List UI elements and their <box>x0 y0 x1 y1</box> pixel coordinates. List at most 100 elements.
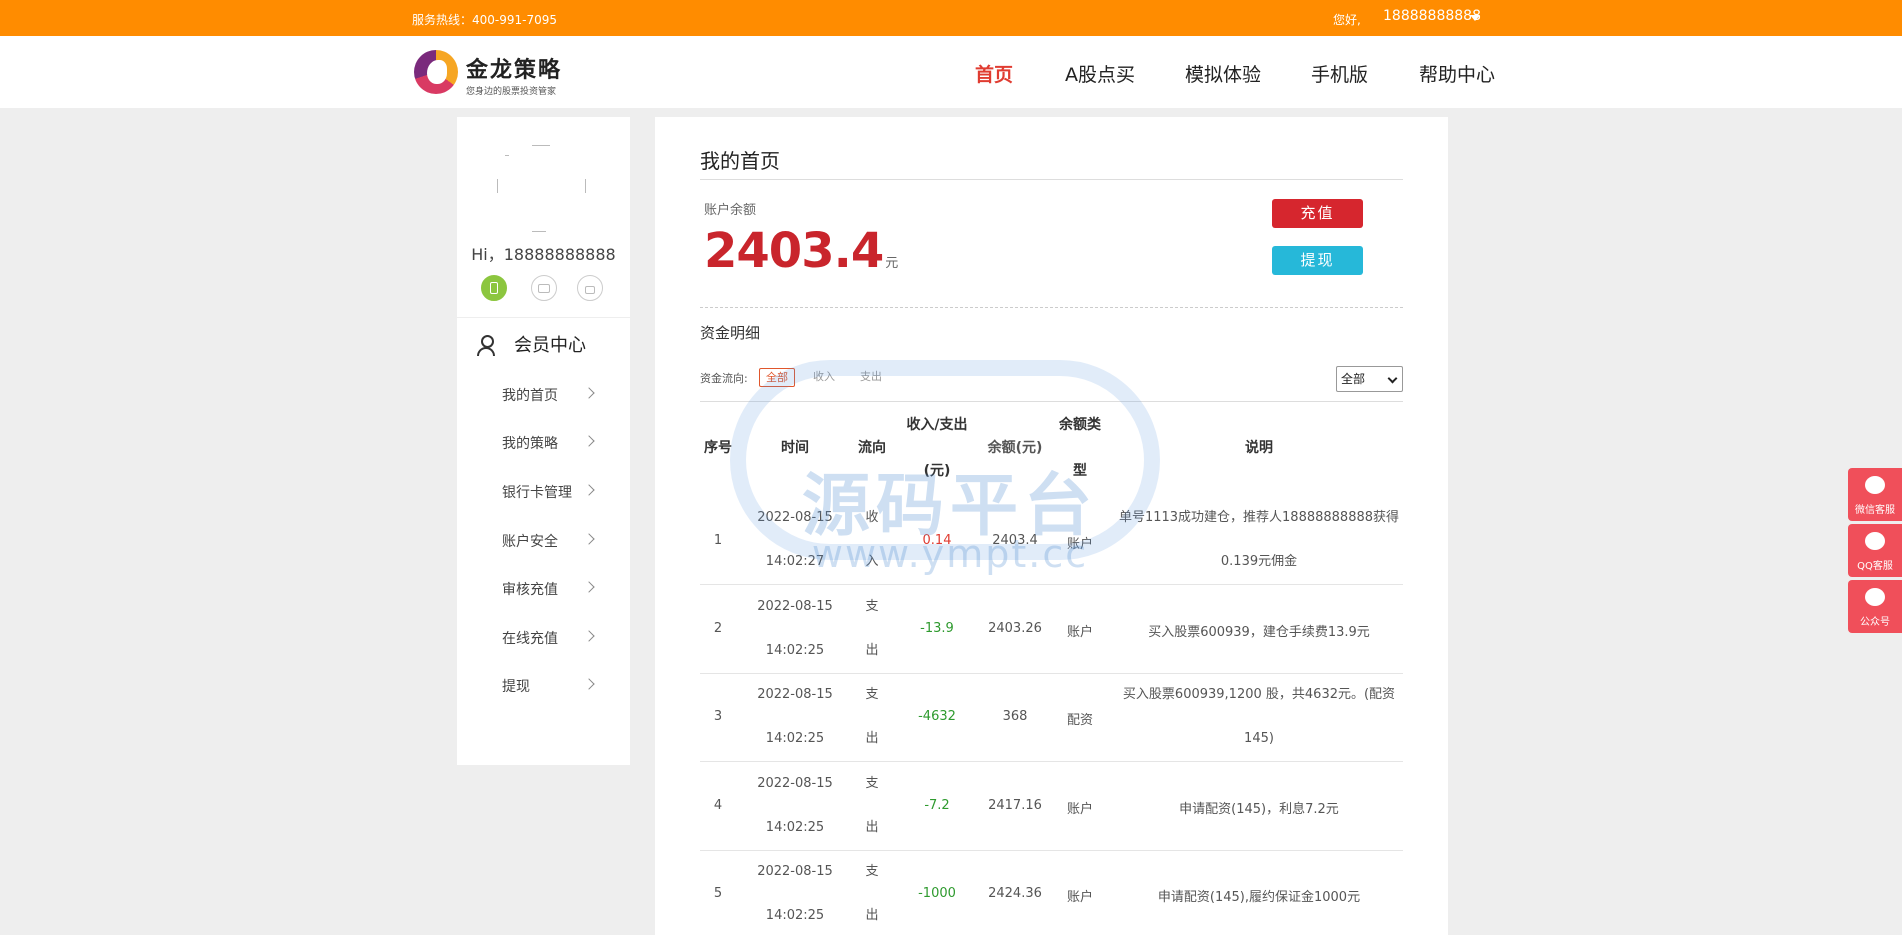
nav-help[interactable]: 帮助中心 <box>1419 60 1495 87</box>
cell-flow-line1: 支 <box>865 687 879 702</box>
cell-type: 账户 <box>1066 625 1093 640</box>
col-header-balance: 余额(元) <box>987 440 1043 456</box>
cell-flow-line2: 入 <box>865 554 879 569</box>
chevron-right-icon <box>583 484 595 496</box>
cell-desc-line2: 0.139元佣金 <box>1220 554 1298 569</box>
col-header-amount-line2: (元) <box>923 463 951 479</box>
chevron-down-icon[interactable] <box>1470 15 1480 21</box>
sidebar-item-label: 在线充值 <box>502 631 558 647</box>
cell-amount: -13.9 <box>920 621 954 636</box>
float-label: 微信客服 <box>1855 505 1895 516</box>
avatar[interactable] <box>497 143 587 233</box>
member-center-title: 会员中心 <box>514 335 586 356</box>
cell-type: 账户 <box>1066 802 1093 817</box>
nav-mobile[interactable]: 手机版 <box>1311 60 1368 87</box>
divider <box>457 317 630 318</box>
recharge-button[interactable]: 充值 <box>1272 199 1363 228</box>
cell-clock: 14:02:25 <box>765 908 825 923</box>
logo-title[interactable]: 金龙策略 <box>466 52 562 84</box>
col-header-amount-line1: 收入/支出 <box>906 417 968 433</box>
chevron-right-icon <box>583 435 595 447</box>
nav-home[interactable]: 首页 <box>975 60 1013 87</box>
float-label: QQ客服 <box>1857 561 1893 572</box>
sidebar-item-label: 我的策略 <box>502 436 558 452</box>
id-card-icon[interactable] <box>531 275 557 301</box>
chevron-down-icon <box>1387 373 1398 384</box>
row-divider <box>700 850 1403 851</box>
sidebar-item-label: 账户安全 <box>502 534 558 550</box>
wechat-icon <box>1865 588 1885 606</box>
sidebar-item-account-security[interactable]: 账户安全 <box>457 525 630 555</box>
flow-select-value: 全部 <box>1341 372 1366 386</box>
cell-date: 2022-08-15 <box>757 864 833 879</box>
cell-time: 2022-08-15 14:02:25 <box>745 596 845 662</box>
sidebar-item-review-recharge[interactable]: 审核充值 <box>457 573 630 603</box>
official-account-button[interactable]: 公众号 <box>1848 580 1902 633</box>
hello-label: 您好, <box>1333 13 1361 27</box>
cell-time: 2022-08-15 14:02:27 <box>745 507 845 573</box>
col-header-index: 序号 <box>704 440 732 456</box>
cell-flow-line2: 出 <box>865 908 879 923</box>
cell-flow: 支出 <box>850 596 894 662</box>
cell-type: 账户 <box>1066 537 1093 552</box>
headset-icon <box>1865 476 1885 494</box>
cell-clock: 14:02:25 <box>765 820 825 835</box>
sidebar-item-my-strategy[interactable]: 我的策略 <box>457 427 630 457</box>
cell-flow-line1: 支 <box>865 599 879 614</box>
cell-amount: -4632 <box>918 709 956 724</box>
cell-time: 2022-08-15 14:02:25 <box>745 861 845 927</box>
page-title: 我的首页 <box>700 149 780 173</box>
sidebar-item-bank-card[interactable]: 银行卡管理 <box>457 476 630 506</box>
divider <box>700 307 1403 308</box>
section-title: 资金明细 <box>700 324 761 342</box>
sidebar-item-my-home[interactable]: 我的首页 <box>457 379 630 409</box>
user-greeting: Hi，18888888888 <box>471 245 616 264</box>
chevron-right-icon <box>583 678 595 690</box>
row-divider <box>700 673 1403 674</box>
qq-service-button[interactable]: QQ客服 <box>1848 524 1902 577</box>
col-header-type-line2: 型 <box>1073 463 1087 479</box>
top-bar: 服务热线：400-991-7095 您好, 18888888888 <box>0 0 1902 36</box>
cell-index: 5 <box>713 886 723 901</box>
withdraw-button[interactable]: 提现 <box>1272 246 1363 275</box>
user-icon <box>477 335 495 356</box>
sidebar-item-label: 银行卡管理 <box>502 485 572 501</box>
lock-icon[interactable] <box>577 275 603 301</box>
chevron-right-icon <box>583 630 595 642</box>
filter-income[interactable]: 收入 <box>813 368 835 385</box>
cell-flow-line1: 支 <box>865 776 879 791</box>
logo-icon[interactable] <box>414 50 458 94</box>
cell-time: 2022-08-15 14:02:25 <box>745 684 845 750</box>
wechat-service-button[interactable]: 微信客服 <box>1848 468 1902 521</box>
cell-flow-line1: 支 <box>865 864 879 879</box>
filter-all[interactable]: 全部 <box>759 368 795 387</box>
cell-desc: 申请配资(145)，利息7.2元 <box>1179 802 1339 817</box>
qq-icon <box>1865 532 1885 550</box>
col-header-type: 余额类 型 <box>1051 414 1109 483</box>
chevron-right-icon <box>583 581 595 593</box>
divider <box>700 179 1403 180</box>
flow-label: 资金流向: <box>700 372 748 385</box>
balance-label: 账户余额 <box>704 203 757 218</box>
balance-value: 2403.4 元 <box>704 223 898 279</box>
row-divider <box>700 761 1403 762</box>
col-header-time: 时间 <box>781 440 809 456</box>
cell-flow-line2: 出 <box>865 731 879 746</box>
nav-demo[interactable]: 模拟体验 <box>1185 60 1261 87</box>
col-header-desc: 说明 <box>1245 440 1273 456</box>
cell-balance: 2424.36 <box>988 886 1042 901</box>
cell-desc-line1: 买入股票600939,1200 股，共4632元。(配资 <box>1122 687 1396 702</box>
cell-desc: 单号1113成功建仓，推荐人18888888888获得 0.139元佣金 <box>1115 507 1403 573</box>
cell-flow-line2: 出 <box>865 820 879 835</box>
sidebar-item-withdraw[interactable]: 提现 <box>457 670 630 700</box>
filter-expense[interactable]: 支出 <box>860 368 882 385</box>
cell-desc: 买入股票600939，建仓手续费13.9元 <box>1148 625 1370 640</box>
user-menu[interactable]: 18888888888 <box>1383 8 1481 24</box>
cell-amount: 0.14 <box>922 533 952 548</box>
cell-flow: 支出 <box>850 861 894 927</box>
nav-a-share-buy[interactable]: A股点买 <box>1065 60 1135 87</box>
cell-flow: 支出 <box>850 684 894 750</box>
sidebar-item-online-recharge[interactable]: 在线充值 <box>457 622 630 652</box>
flow-select[interactable]: 全部 <box>1336 366 1403 392</box>
phone-verified-icon[interactable] <box>481 275 507 301</box>
